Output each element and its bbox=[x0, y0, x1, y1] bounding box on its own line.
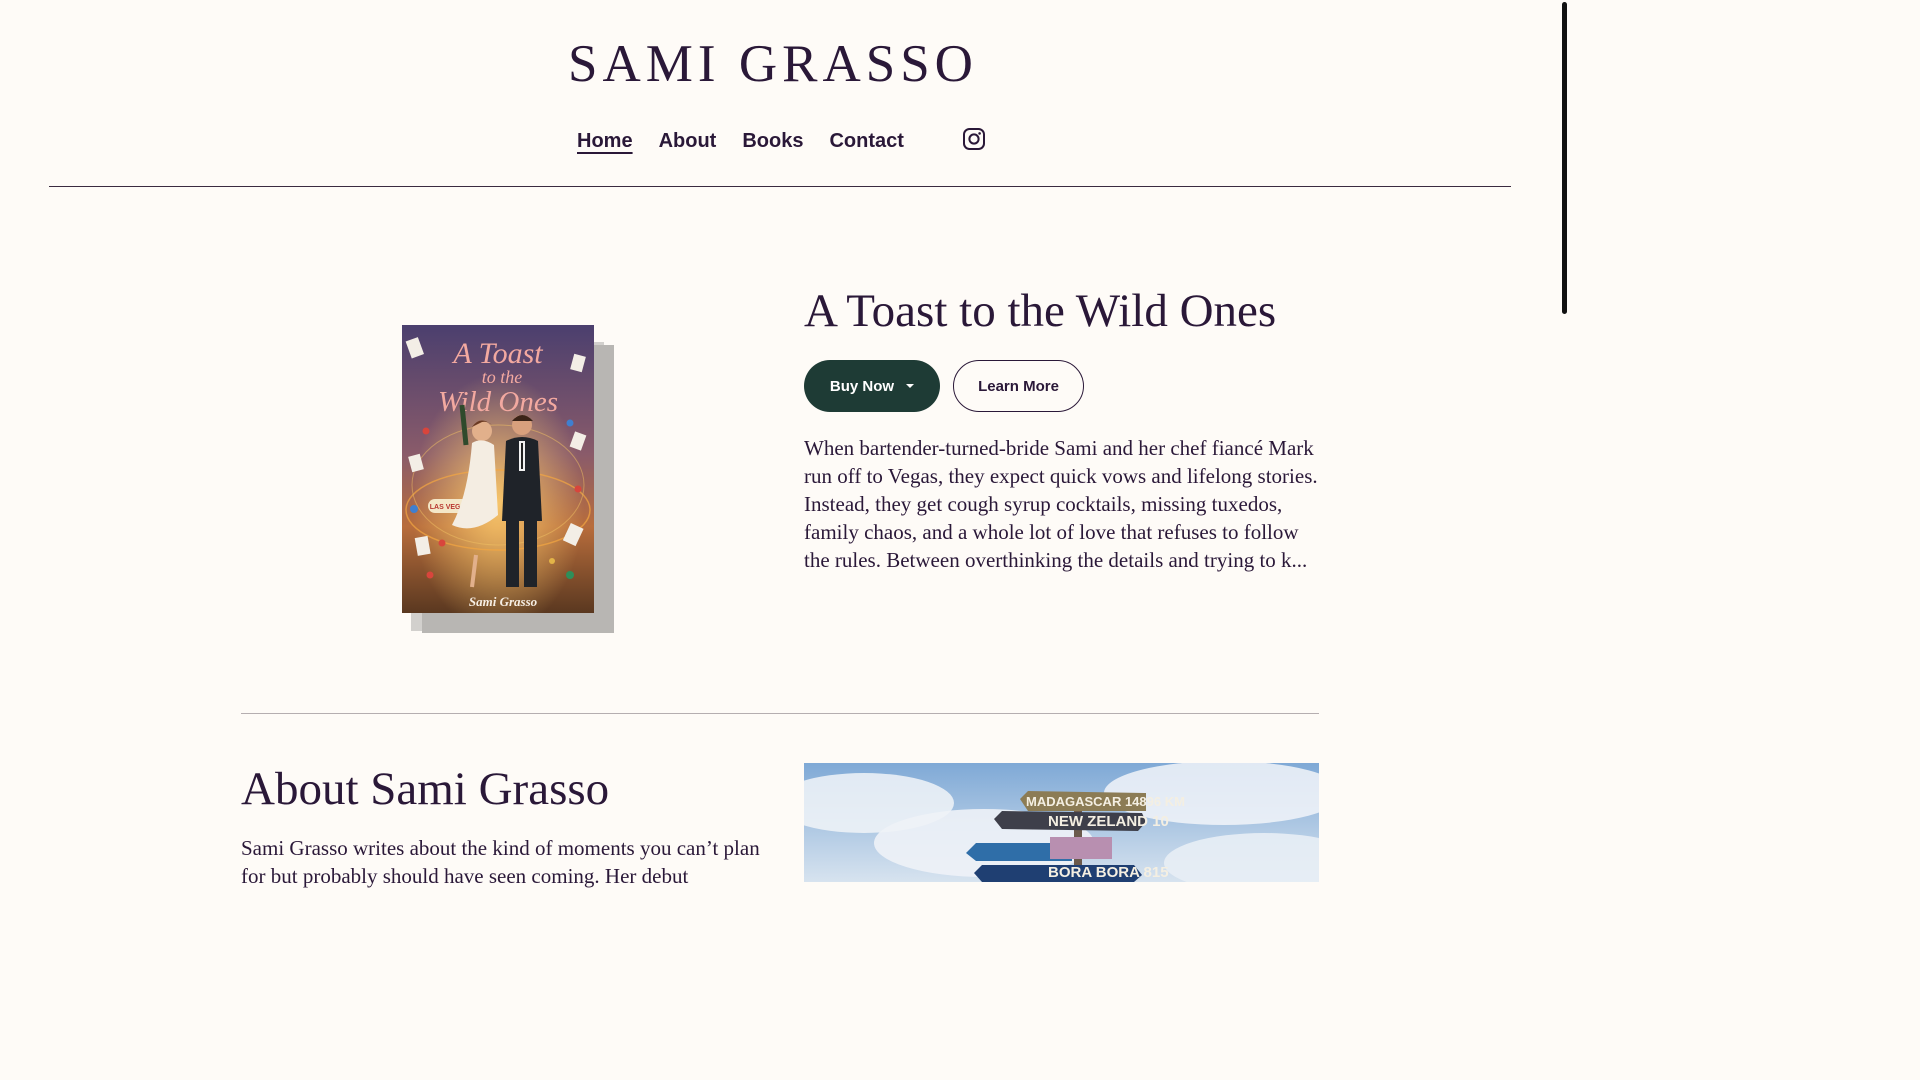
cover-title-line3: Wild Ones bbox=[438, 386, 558, 418]
nav-about[interactable]: About bbox=[659, 127, 717, 155]
buy-now-label: Buy Now bbox=[829, 377, 895, 395]
about-title: About Sami Grasso bbox=[241, 763, 610, 815]
sign-madagascar: MADAGASCAR 14896 KM bbox=[1026, 794, 1185, 809]
book-cover[interactable]: A Toast to the Wild Ones LAS VEGAS Sami … bbox=[402, 325, 614, 633]
scrollbar-thumb[interactable] bbox=[1562, 2, 1567, 314]
cover-title-line1: A Toast bbox=[451, 337, 543, 370]
buy-now-button[interactable]: Buy Now bbox=[804, 360, 940, 412]
sign-bora-bora: BORA BORA 815 bbox=[1048, 864, 1169, 881]
instagram-icon[interactable] bbox=[962, 127, 986, 151]
book-cover-image: A Toast to the Wild Ones LAS VEGAS Sami … bbox=[402, 325, 594, 613]
section-divider bbox=[241, 713, 1319, 714]
learn-more-button[interactable]: Learn More bbox=[953, 360, 1084, 412]
sign-new-zealand: NEW ZELAND 10 bbox=[1048, 813, 1169, 830]
dropdown-caret-icon bbox=[906, 384, 915, 388]
nav-contact[interactable]: Contact bbox=[829, 127, 903, 155]
header-divider bbox=[49, 186, 1511, 187]
about-text: Sami Grasso writes about the kind of mom… bbox=[241, 836, 760, 888]
nav-books[interactable]: Books bbox=[742, 127, 803, 155]
author-photo: MADAGASCAR 14896 KM NEW ZELAND 10 BORA B… bbox=[804, 763, 1319, 882]
book-description: When bartender-turned-bride Sami and her… bbox=[804, 436, 1318, 572]
nav-home[interactable]: Home bbox=[577, 127, 633, 155]
page-scrollbar[interactable] bbox=[1560, 0, 1568, 882]
cover-title-line2: to the bbox=[482, 367, 523, 387]
main-nav: Home About Books Contact bbox=[577, 127, 904, 155]
site-title[interactable]: SAMI GRASSO bbox=[0, 34, 1546, 94]
cover-author: Sami Grasso bbox=[469, 594, 538, 609]
featured-book-title: A Toast to the Wild Ones bbox=[804, 285, 1277, 337]
